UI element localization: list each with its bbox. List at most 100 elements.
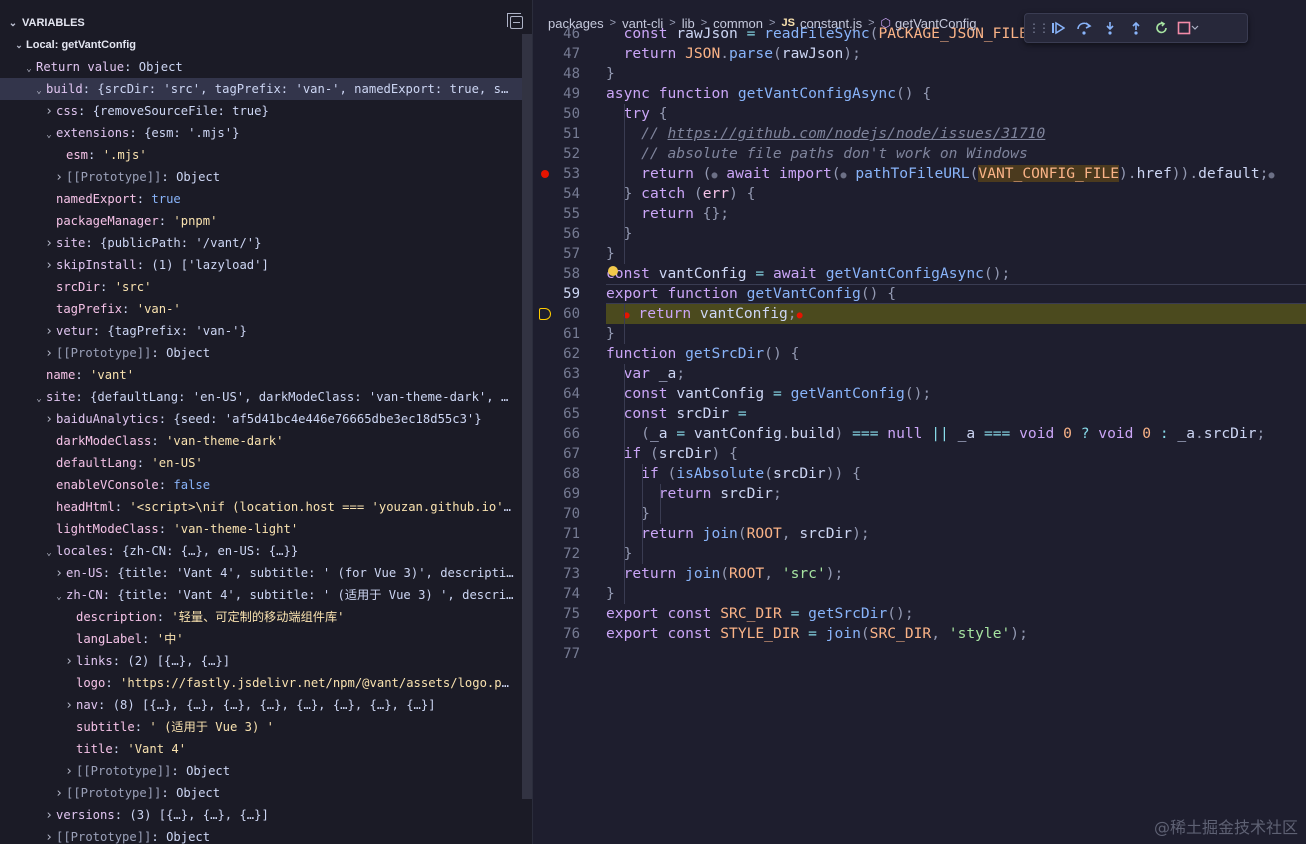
chevron-right-icon[interactable]: ›	[44, 233, 54, 254]
code-line[interactable]: 63 var _a;	[533, 364, 1306, 384]
variable-row[interactable]: › [[Prototype]]: Object	[0, 760, 522, 782]
chevron-down-icon[interactable]: ⌄	[44, 124, 54, 144]
chevron-right-icon[interactable]: ›	[44, 827, 54, 844]
code-line[interactable]: 70 }	[533, 504, 1306, 524]
chevron-right-icon[interactable]: ›	[64, 651, 74, 672]
code-line[interactable]: 64 const vantConfig = getVantConfig();	[533, 384, 1306, 404]
code-line[interactable]: 59 export function getVantConfig() {	[533, 284, 1306, 304]
chevron-down-icon[interactable]: ⌄	[44, 542, 54, 562]
chevron-down-icon[interactable]: ⌄	[14, 34, 24, 56]
variable-row[interactable]: ⌄ locales: {zh-CN: {…}, en-US: {…}}	[0, 540, 522, 562]
step-over-button[interactable]	[1071, 16, 1097, 40]
variable-row[interactable]: darkModeClass: 'van-theme-dark'	[0, 430, 522, 452]
variable-row[interactable]: ⌄ site: {defaultLang: 'en-US', darkModeCl…	[0, 386, 522, 408]
variable-row[interactable]: logo: 'https://fastly.jsdelivr.net/npm/@…	[0, 672, 522, 694]
variable-row[interactable]: › [[Prototype]]: Object	[0, 782, 522, 804]
variable-row[interactable]: title: 'Vant 4'	[0, 738, 522, 760]
variables-scrollbar[interactable]	[522, 34, 532, 799]
breadcrumb-item-vant-cli[interactable]: vant-cli	[622, 16, 663, 31]
code-line[interactable]: 48}	[533, 64, 1306, 84]
variable-row[interactable]: › css: {removeSourceFile: true}	[0, 100, 522, 122]
chevron-right-icon[interactable]: ›	[44, 101, 54, 122]
code-line[interactable]: 72 }	[533, 544, 1306, 564]
variable-row[interactable]: › en-US: {title: 'Vant 4', subtitle: ' (f…	[0, 562, 522, 584]
continue-button[interactable]	[1045, 16, 1071, 40]
code-line[interactable]: 54 } catch (err) {	[533, 184, 1306, 204]
variable-row[interactable]: description: '轻量、可定制的移动端组件库'	[0, 606, 522, 628]
code-line[interactable]: 73 return join(ROOT, 'src');	[533, 564, 1306, 584]
variable-row[interactable]: › baiduAnalytics: {seed: 'af5d41bc4e446e7…	[0, 408, 522, 430]
code-line[interactable]: 66 (_a = vantConfig.build) === null || _…	[533, 424, 1306, 444]
variable-row[interactable]: lightModeClass: 'van-theme-light'	[0, 518, 522, 540]
variables-section-header[interactable]: ⌄ VARIABLES	[0, 12, 533, 34]
variable-row[interactable]: defaultLang: 'en-US'	[0, 452, 522, 474]
code-line[interactable]: 69 return srcDir;	[533, 484, 1306, 504]
scope-row[interactable]: ⌄ Local: getVantConfig	[0, 34, 522, 56]
chevron-right-icon[interactable]: ›	[54, 167, 64, 188]
chevron-right-icon[interactable]: ›	[44, 343, 54, 364]
lightbulb-icon[interactable]	[608, 266, 618, 276]
code-line[interactable]: 74}	[533, 584, 1306, 604]
chevron-right-icon[interactable]: ›	[54, 783, 64, 804]
chevron-right-icon[interactable]: ›	[64, 761, 74, 782]
code-line[interactable]: 55 return {};	[533, 204, 1306, 224]
code-line[interactable]: 52 // absolute file paths don't work on …	[533, 144, 1306, 164]
variable-row[interactable]: › nav: (8) [{…}, {…}, {…}, {…}, {…}, {…},…	[0, 694, 522, 716]
variable-row[interactable]: › links: (2) [{…}, {…}]	[0, 650, 522, 672]
code-line[interactable]: 62 function getSrcDir() {	[533, 344, 1306, 364]
code-line[interactable]: 56 }	[533, 224, 1306, 244]
variable-row[interactable]: › [[Prototype]]: Object	[0, 342, 522, 364]
variable-row[interactable]: › site: {publicPath: '/vant/'}	[0, 232, 522, 254]
chevron-down-icon[interactable]: ⌄	[34, 80, 44, 100]
variable-row[interactable]: › [[Prototype]]: Object	[0, 826, 522, 844]
chevron-right-icon[interactable]: ›	[44, 805, 54, 826]
variable-row[interactable]: › [[Prototype]]: Object	[0, 166, 522, 188]
chevron-right-icon[interactable]: ›	[44, 255, 54, 276]
code-line[interactable]: 51 // https://github.com/nodejs/node/iss…	[533, 124, 1306, 144]
stop-button[interactable]	[1175, 16, 1201, 40]
variable-row[interactable]: tagPrefix: 'van-'	[0, 298, 522, 320]
collapse-all-icon[interactable]	[507, 13, 523, 29]
step-into-button[interactable]	[1097, 16, 1123, 40]
code-line[interactable]: 67 if (srcDir) {	[533, 444, 1306, 464]
variable-row[interactable]: packageManager: 'pnpm'	[0, 210, 522, 232]
code-line[interactable]: 75 export const SRC_DIR = getSrcDir();	[533, 604, 1306, 624]
variable-row[interactable]: › skipInstall: (1) ['lazyload']	[0, 254, 522, 276]
variable-row[interactable]: › vetur: {tagPrefix: 'van-'}	[0, 320, 522, 342]
variable-row[interactable]: namedExport: true	[0, 188, 522, 210]
breadcrumb-item-lib[interactable]: lib	[682, 16, 695, 31]
code-line[interactable]: 61}	[533, 324, 1306, 344]
variable-row[interactable]: ⌄ build: {srcDir: 'src', tagPrefix: 'van-…	[0, 78, 522, 100]
step-out-button[interactable]	[1123, 16, 1149, 40]
breadcrumb-item-packages[interactable]: packages	[548, 16, 604, 31]
chevron-down-icon[interactable]: ⌄	[54, 586, 64, 606]
variable-row[interactable]: › versions: (3) [{…}, {…}, {…}]	[0, 804, 522, 826]
code-line[interactable]: 58 const vantConfig = await getVantConfig…	[533, 264, 1306, 284]
restart-button[interactable]	[1149, 16, 1175, 40]
code-line[interactable]: 47 return JSON.parse(rawJson);	[533, 44, 1306, 64]
variable-row[interactable]: esm: '.mjs'	[0, 144, 522, 166]
code-line[interactable]: 71 return join(ROOT, srcDir);	[533, 524, 1306, 544]
code-line[interactable]: 53 return (● await import(● pathToFileUR…	[533, 164, 1306, 184]
variable-row[interactable]: name: 'vant'	[0, 364, 522, 386]
variable-row[interactable]: langLabel: '中'	[0, 628, 522, 650]
code-line[interactable]: 49 async function getVantConfigAsync() {	[533, 84, 1306, 104]
chevron-down-icon[interactable]: ⌄	[4, 18, 22, 29]
chevron-right-icon[interactable]: ›	[44, 321, 54, 342]
breadcrumb-item-file[interactable]: constant.js	[800, 16, 862, 31]
code-line[interactable]: 68 if (isAbsolute(srcDir)) {	[533, 464, 1306, 484]
variable-row[interactable]: enableVConsole: false	[0, 474, 522, 496]
chevron-right-icon[interactable]: ›	[64, 695, 74, 716]
variable-row[interactable]: srcDir: 'src'	[0, 276, 522, 298]
chevron-right-icon[interactable]: ›	[54, 563, 64, 584]
code-line[interactable]: 77	[533, 644, 1306, 664]
code-line[interactable]: 76 export const STYLE_DIR = join(SRC_DIR,…	[533, 624, 1306, 644]
chevron-right-icon[interactable]: ›	[44, 409, 54, 430]
code-line[interactable]: 50 try {	[533, 104, 1306, 124]
code-lines[interactable]: 46 const rawJson = readFileSync(PACKAGE_…	[533, 24, 1306, 664]
variable-row[interactable]: ⌄ extensions: {esm: '.mjs'}	[0, 122, 522, 144]
variable-row[interactable]: headHtml: '<script>\nif (location.host =…	[0, 496, 522, 518]
breadcrumb-item-symbol[interactable]: getVantConfig	[895, 16, 976, 31]
code-line[interactable]: 65 const srcDir =	[533, 404, 1306, 424]
code-line[interactable]: 60 ● return vantConfig;●	[533, 304, 1306, 324]
